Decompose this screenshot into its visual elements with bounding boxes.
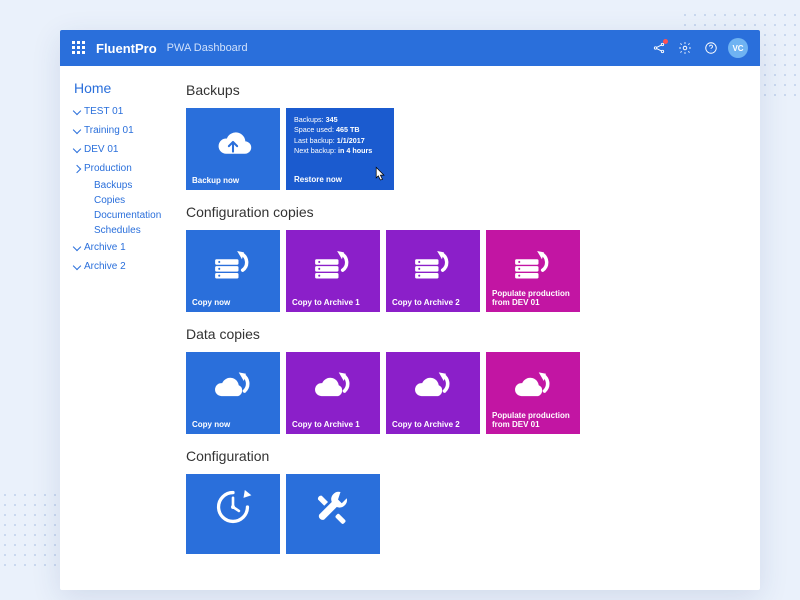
- help-icon[interactable]: [698, 35, 724, 61]
- nav-training-01[interactable]: Training 01: [74, 121, 168, 140]
- section-title-configuration: Configuration: [186, 448, 744, 464]
- server-copy-icon: [186, 238, 280, 290]
- user-avatar[interactable]: VC: [728, 38, 748, 58]
- tile-copy-now[interactable]: Copy now: [186, 230, 280, 312]
- page-subtitle: PWA Dashboard: [167, 42, 248, 54]
- settings-gear-icon[interactable]: [672, 35, 698, 61]
- brand-name: FluentPro: [96, 41, 157, 56]
- cloud-copy-icon: [486, 360, 580, 412]
- schedule-clock-icon: [186, 482, 280, 532]
- tile-copy-archive-1[interactable]: Copy to Archive 1: [286, 230, 380, 312]
- nav-production-copies[interactable]: Copies: [94, 193, 168, 208]
- cloud-copy-icon: [386, 360, 480, 412]
- tile-restore-now[interactable]: Backups: 345 Space used: 465 TB Last bac…: [286, 108, 394, 190]
- tile-label: Copy now: [192, 298, 274, 307]
- app-launcher-icon[interactable]: [72, 41, 86, 55]
- tile-label: Restore now: [294, 175, 342, 184]
- tile-label: Backup now: [192, 176, 274, 185]
- nav-production-children: Backups Copies Documentation Schedules: [74, 178, 168, 238]
- pointer-cursor-icon: [372, 166, 386, 182]
- share-icon[interactable]: [646, 35, 672, 61]
- tile-data-copy-archive-2[interactable]: Copy to Archive 2: [386, 352, 480, 434]
- backup-stats: Backups: 345 Space used: 465 TB Last bac…: [286, 108, 394, 157]
- nav-production-backups[interactable]: Backups: [94, 178, 168, 193]
- nav-production-documentation[interactable]: Documentation: [94, 208, 168, 223]
- nav-production[interactable]: Production: [74, 159, 168, 178]
- tile-schedule[interactable]: [186, 474, 280, 554]
- section-title-data-copies: Data copies: [186, 326, 744, 342]
- tile-label: Copy to Archive 1: [292, 298, 374, 307]
- server-copy-icon: [286, 238, 380, 290]
- tile-backup-now[interactable]: Backup now: [186, 108, 280, 190]
- server-copy-icon: [386, 238, 480, 290]
- nav-archive-2[interactable]: Archive 2: [74, 257, 168, 276]
- nav-archive-1[interactable]: Archive 1: [74, 238, 168, 257]
- tile-populate-production[interactable]: Populate production from DEV 01: [486, 230, 580, 312]
- nav-test-01[interactable]: TEST 01: [74, 102, 168, 121]
- cloud-copy-icon: [286, 360, 380, 412]
- tile-label: Copy now: [192, 420, 274, 429]
- tile-copy-archive-2[interactable]: Copy to Archive 2: [386, 230, 480, 312]
- cloud-upload-icon: [186, 116, 280, 168]
- main-content: Backups Backup now Backups: 345 Space us…: [178, 66, 760, 590]
- nav-production-schedules[interactable]: Schedules: [94, 223, 168, 238]
- app-window: FluentPro PWA Dashboard VC Home TEST 01 …: [60, 30, 760, 590]
- tile-label: Populate production from DEV 01: [492, 289, 574, 307]
- notification-dot-icon: [663, 39, 668, 44]
- tile-tools[interactable]: [286, 474, 380, 554]
- tools-icon: [286, 482, 380, 532]
- nav-dev-01[interactable]: DEV 01: [74, 140, 168, 159]
- sidebar: Home TEST 01 Training 01 DEV 01 Producti…: [60, 66, 178, 590]
- cloud-copy-icon: [186, 360, 280, 412]
- tile-data-copy-archive-1[interactable]: Copy to Archive 1: [286, 352, 380, 434]
- tile-data-copy-now[interactable]: Copy now: [186, 352, 280, 434]
- section-title-config-copies: Configuration copies: [186, 204, 744, 220]
- titlebar: FluentPro PWA Dashboard VC: [60, 30, 760, 66]
- tile-label: Copy to Archive 2: [392, 298, 474, 307]
- section-title-backups: Backups: [186, 82, 744, 98]
- tile-data-populate-production[interactable]: Populate production from DEV 01: [486, 352, 580, 434]
- server-copy-icon: [486, 238, 580, 290]
- nav-home[interactable]: Home: [74, 80, 168, 96]
- tile-label: Copy to Archive 1: [292, 420, 374, 429]
- tile-label: Populate production from DEV 01: [492, 411, 574, 429]
- tile-label: Copy to Archive 2: [392, 420, 474, 429]
